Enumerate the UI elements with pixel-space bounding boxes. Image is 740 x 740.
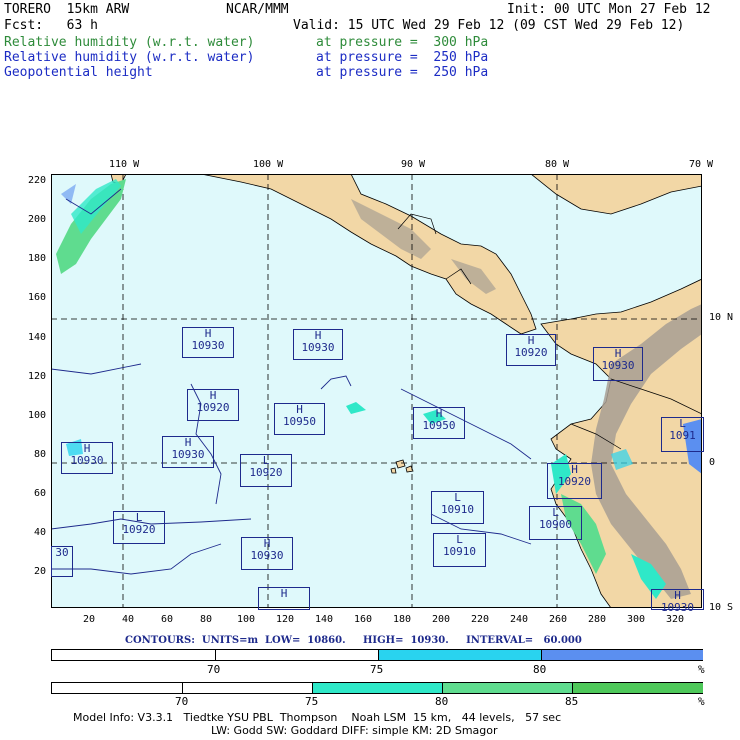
lat-label-10s: 10 S	[709, 602, 734, 613]
y-tick-120: 120	[27, 371, 46, 382]
forecast-hour: Fcst: 63 h	[4, 18, 98, 33]
field-2-level: at pressure = 250 hPa	[316, 50, 489, 65]
center-edge-left: 30	[51, 546, 73, 577]
center-l-5: L 10900	[529, 506, 582, 540]
center-l-1: L 10920	[240, 454, 292, 487]
lat-label-10n: 10 N	[709, 312, 734, 323]
scale-250-label-70: 70	[207, 663, 221, 676]
x-tick-60: 60	[160, 614, 174, 625]
lon-label-70w: 70 W	[689, 159, 714, 170]
center-h-12: H 10930	[651, 589, 704, 614]
scale-300-label-70: 70	[175, 695, 189, 708]
x-tick-260: 260	[548, 614, 568, 625]
x-tick-120: 120	[275, 614, 295, 625]
y-tick-20: 20	[33, 566, 46, 577]
center-h-13: H	[258, 587, 310, 610]
valid-time: Valid: 15 UTC Wed 29 Feb 12 (09 CST Wed …	[293, 18, 685, 33]
center-h-11: H 10930	[241, 537, 293, 570]
y-tick-200: 200	[27, 214, 46, 225]
model-info: Model Info: V3.3.1 Tiedtke YSU PBL Thomp…	[73, 711, 562, 724]
scale-300-seg-3	[312, 683, 443, 693]
scale-300-label-85: 85	[565, 695, 579, 708]
scale-300-label-75: 75	[305, 695, 319, 708]
y-tick-140: 140	[27, 332, 46, 343]
field-2-name: Relative humidity (w.r.t. water)	[4, 50, 255, 65]
scale-bar-300hpa	[51, 682, 703, 694]
scale-250-seg-4	[541, 650, 703, 660]
y-tick-100: 100	[27, 410, 46, 421]
x-tick-100: 100	[236, 614, 256, 625]
field-1-name: Relative humidity (w.r.t. water)	[4, 35, 255, 50]
x-tick-140: 140	[314, 614, 334, 625]
lon-label-100w: 100 W	[253, 159, 284, 170]
scale-300-seg-4	[442, 683, 573, 693]
physics-info: LW: Godd SW: Goddard DIFF: simple KM: 2D…	[211, 724, 498, 737]
scale-300-seg-2	[182, 683, 313, 693]
model-name: TORERO 15km ARW	[4, 2, 130, 17]
lon-label-90w: 90 W	[401, 159, 426, 170]
center-h-2: H 10930	[293, 329, 343, 360]
center-h-9: H 10930	[593, 347, 643, 381]
x-tick-280: 280	[587, 614, 607, 625]
scale-300-seg-5	[572, 683, 703, 693]
scale-250-seg-1	[52, 650, 215, 660]
scale-bar-250hpa	[51, 649, 703, 661]
y-tick-80: 80	[33, 449, 46, 460]
center-l-3: L 10910	[431, 491, 484, 524]
x-tick-20: 20	[82, 614, 96, 625]
x-tick-80: 80	[199, 614, 213, 625]
center-h-5: H 10950	[413, 407, 465, 439]
field-1-level: at pressure = 300 hPa	[316, 35, 489, 50]
center-h-1: H 10930	[182, 327, 234, 358]
x-tick-180: 180	[392, 614, 412, 625]
contour-info: CONTOURS: UNITS=m LOW= 10860. HIGH= 1093…	[125, 635, 582, 646]
x-tick-220: 220	[470, 614, 490, 625]
lat-label-0: 0	[709, 457, 716, 468]
scale-300-unit: %	[698, 695, 705, 708]
center-h-4: H 10950	[274, 403, 325, 435]
x-tick-320: 320	[665, 614, 685, 625]
x-tick-240: 240	[509, 614, 529, 625]
x-tick-300: 300	[626, 614, 646, 625]
y-tick-60: 60	[33, 488, 46, 499]
field-3-level: at pressure = 250 hPa	[316, 65, 489, 80]
lon-label-80w: 80 W	[545, 159, 570, 170]
init-time: Init: 00 UTC Mon 27 Feb 12	[507, 2, 711, 17]
y-tick-160: 160	[27, 292, 46, 303]
scale-250-label-75: 75	[370, 663, 384, 676]
center-h-7: H 10930	[61, 442, 113, 474]
lon-label-110w: 110 W	[109, 159, 140, 170]
scale-250-unit: %	[698, 663, 705, 676]
y-tick-180: 180	[27, 253, 46, 264]
scale-250-seg-2	[215, 650, 379, 660]
x-tick-160: 160	[353, 614, 373, 625]
scale-250-seg-3	[378, 650, 542, 660]
x-tick-200: 200	[431, 614, 451, 625]
org-name: NCAR/MMM	[226, 2, 289, 17]
center-l-6: L 1091	[661, 417, 704, 452]
scale-300-seg-1	[52, 683, 182, 693]
field-3-name: Geopotential height	[4, 65, 153, 80]
center-h-6: H 10930	[162, 436, 214, 468]
center-l-4: L 10910	[433, 533, 486, 567]
center-l-2: L 10920	[113, 511, 165, 544]
center-h-8: H 10920	[547, 463, 602, 499]
x-tick-40: 40	[121, 614, 135, 625]
y-tick-40: 40	[33, 527, 46, 538]
scale-250-label-80: 80	[533, 663, 547, 676]
scale-300-label-80: 80	[435, 695, 449, 708]
center-h-10: H 10920	[506, 334, 556, 366]
center-h-3: H 10920	[187, 389, 239, 421]
y-tick-220: 220	[27, 175, 46, 186]
